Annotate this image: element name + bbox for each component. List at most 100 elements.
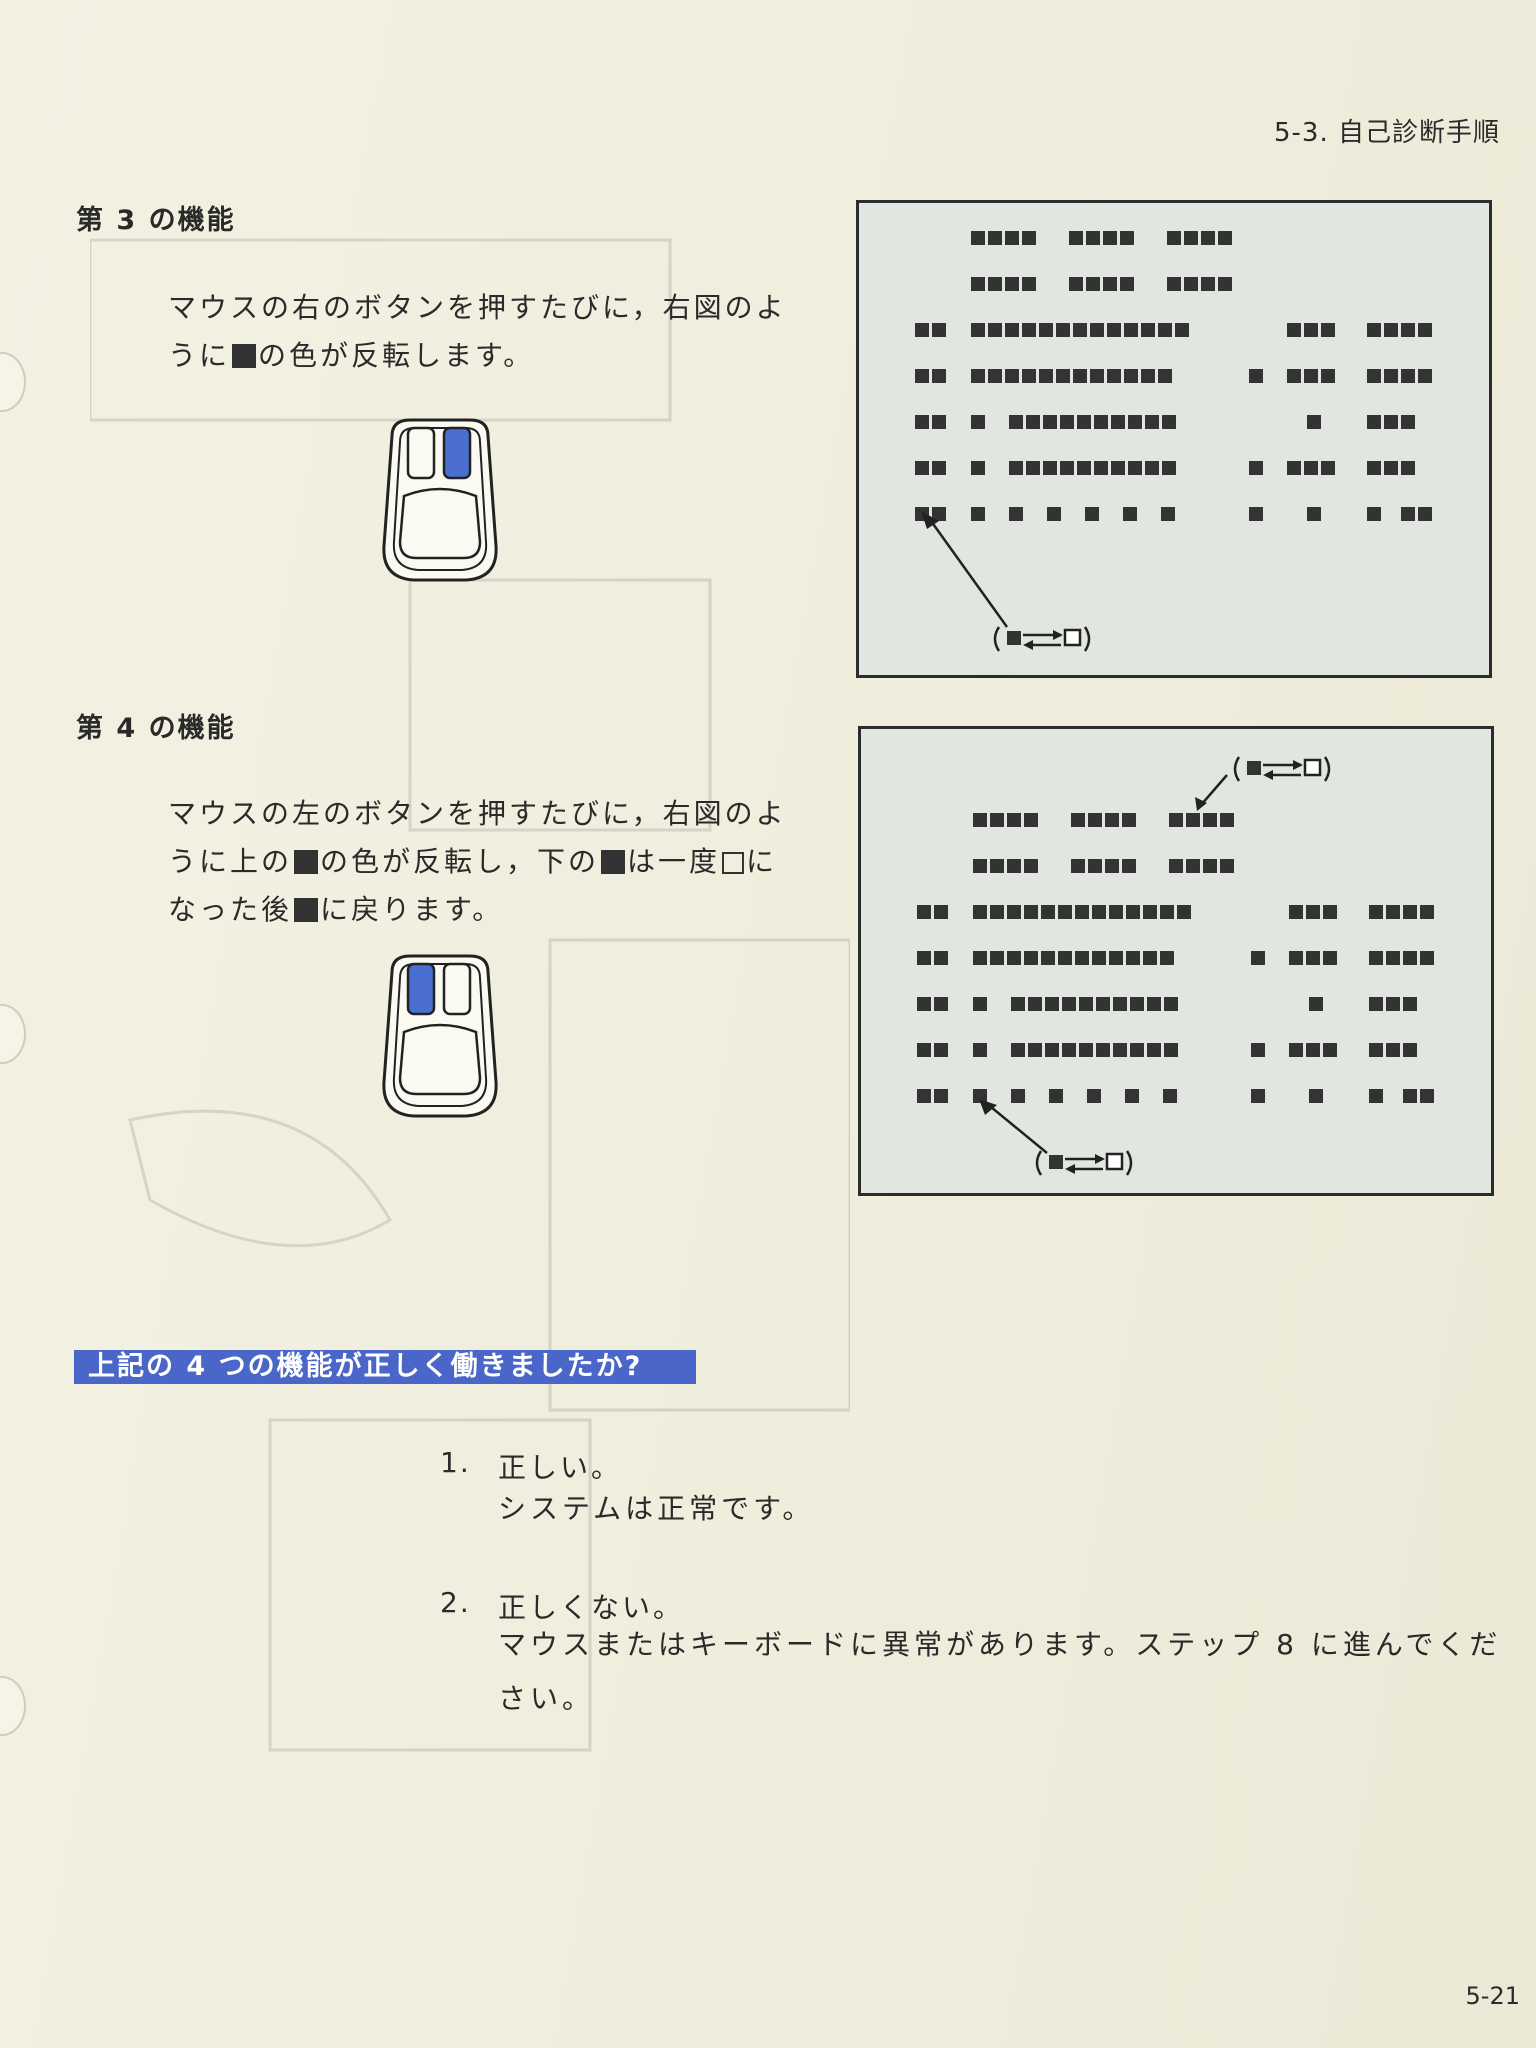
screen-block <box>1369 1089 1383 1103</box>
screen-block <box>1403 1043 1417 1057</box>
screen-block <box>1086 231 1100 245</box>
screen-block <box>1122 813 1136 827</box>
screen-block <box>1304 461 1318 475</box>
text-span: なった後 <box>168 893 293 926</box>
screen-block <box>973 997 987 1011</box>
function4-screen-diagram <box>858 726 1494 1196</box>
screen-block <box>1201 277 1215 291</box>
screen-block <box>1177 905 1191 919</box>
text-span: の色が反転します。 <box>258 339 535 372</box>
screen-block <box>1087 1089 1101 1103</box>
screen-block <box>1141 323 1155 337</box>
screen-block <box>934 997 948 1011</box>
screen-block <box>1306 905 1320 919</box>
screen-block <box>934 1043 948 1057</box>
screen-block <box>1186 813 1200 827</box>
screen-block <box>1145 415 1159 429</box>
screen-block <box>1401 461 1415 475</box>
screen-block <box>1092 951 1106 965</box>
screen-block <box>1120 277 1134 291</box>
screen-block <box>915 415 929 429</box>
screen-block <box>971 461 985 475</box>
screen-block <box>1164 997 1178 1011</box>
answer1-number: 1. <box>440 1446 471 1479</box>
screen-block <box>1306 1043 1320 1057</box>
screen-block <box>1321 323 1335 337</box>
mouse-right-button-icon <box>382 418 498 582</box>
screen-block <box>971 507 985 521</box>
toggle-indicator-icon <box>1035 1150 1133 1176</box>
toggle-indicator-icon <box>1233 756 1331 782</box>
screen-block <box>1094 461 1108 475</box>
screen-block <box>915 369 929 383</box>
screen-block <box>1039 369 1053 383</box>
screen-block <box>971 231 985 245</box>
screen-block <box>1073 323 1087 337</box>
screen-block <box>973 859 987 873</box>
text-span: に <box>746 845 778 878</box>
screen-block <box>934 905 948 919</box>
screen-block <box>1005 277 1019 291</box>
screen-block <box>1085 507 1099 521</box>
screen-block <box>934 1089 948 1103</box>
screen-block <box>1111 461 1125 475</box>
screen-block <box>932 415 946 429</box>
screen-block <box>1007 813 1021 827</box>
screen-block <box>1418 323 1432 337</box>
screen-block <box>932 369 946 383</box>
screen-block <box>1041 951 1055 965</box>
function4-line3: なった後 に戻ります。 <box>168 886 808 934</box>
screen-block <box>1158 323 1172 337</box>
text-span: の色が反転し，下の <box>320 845 600 878</box>
screen-block <box>1369 905 1383 919</box>
screen-block <box>973 905 987 919</box>
screen-block <box>1403 1089 1417 1103</box>
text-span: うに <box>168 339 231 372</box>
screen-block <box>917 1089 931 1103</box>
screen-block <box>1218 277 1232 291</box>
screen-block <box>1096 1043 1110 1057</box>
function3-description: マウスの右のボタンを押すたびに，右図のよ うに の色が反転します。 <box>168 284 808 380</box>
function3-line1: マウスの右のボタンを押すたびに，右図のよ <box>168 291 787 324</box>
screen-block <box>1124 369 1138 383</box>
screen-block <box>1401 369 1415 383</box>
screen-block <box>1024 813 1038 827</box>
screen-block <box>1060 461 1074 475</box>
screen-block <box>1145 461 1159 475</box>
screen-block <box>1184 277 1198 291</box>
text-span: は一度 <box>627 845 721 878</box>
screen-block <box>1304 323 1318 337</box>
screen-block <box>1056 369 1070 383</box>
screen-block <box>1403 997 1417 1011</box>
screen-block <box>1045 1043 1059 1057</box>
screen-block <box>1369 951 1383 965</box>
screen-block <box>973 951 987 965</box>
screen-block <box>1092 905 1106 919</box>
screen-block <box>1287 461 1301 475</box>
screen-block <box>1147 997 1161 1011</box>
screen-block <box>1107 323 1121 337</box>
screen-block <box>1307 507 1321 521</box>
screen-block <box>1418 369 1432 383</box>
screen-block <box>1096 997 1110 1011</box>
screen-block <box>1167 231 1181 245</box>
screen-block <box>990 813 1004 827</box>
screen-block <box>1403 951 1417 965</box>
screen-block <box>1384 415 1398 429</box>
screen-block <box>1090 323 1104 337</box>
screen-block <box>1071 859 1085 873</box>
screen-block <box>1022 369 1036 383</box>
screen-block <box>1203 859 1217 873</box>
toggle-indicator-icon <box>993 626 1091 652</box>
screen-block <box>1321 461 1335 475</box>
screen-block <box>988 277 1002 291</box>
screen-block <box>988 323 1002 337</box>
screen-block <box>915 461 929 475</box>
screen-block <box>1307 415 1321 429</box>
screen-pattern <box>917 756 1434 1176</box>
screen-block <box>1323 951 1337 965</box>
question-banner: 上記の 4 つの機能が正しく働きましたか? <box>74 1350 696 1384</box>
screen-block <box>971 277 985 291</box>
screen-block <box>1287 323 1301 337</box>
empty-square-icon <box>722 852 745 874</box>
